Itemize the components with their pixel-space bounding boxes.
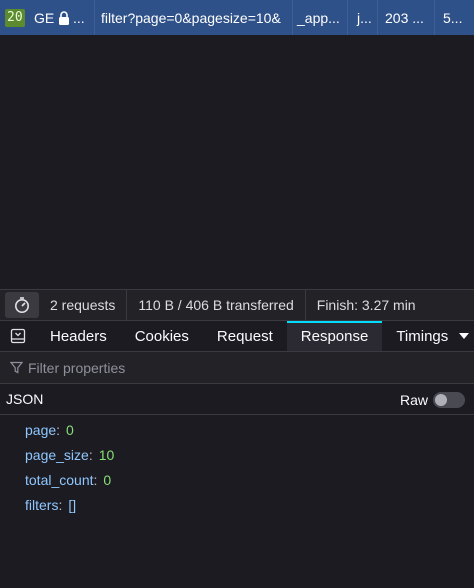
tab-timings[interactable]: Timings — [382, 321, 462, 351]
stopwatch-icon[interactable] — [5, 292, 39, 318]
domain-cell: ... — [58, 0, 85, 35]
request-row-selected[interactable]: 20 GE ... filter?page=0&pagesize=10& _ap… — [0, 0, 474, 35]
details-tabbar: Headers Cookies Request Response Timings — [0, 321, 474, 352]
json-key: total_count — [25, 471, 94, 488]
devtools-network-panel: 20 GE ... filter?page=0&pagesize=10& _ap… — [0, 0, 474, 588]
json-value: 0 — [103, 471, 112, 488]
json-section-header: JSON Raw — [0, 384, 474, 415]
transferred-cell: 203 ... — [385, 9, 424, 26]
lock-icon — [58, 10, 70, 25]
filter-icon — [10, 361, 23, 374]
raw-label: Raw — [399, 391, 428, 408]
json-row[interactable]: page_size: 10 — [25, 442, 114, 467]
json-value: [] — [68, 496, 77, 513]
json-value: 10 — [98, 446, 115, 463]
json-value: 0 — [66, 421, 74, 438]
type-cell: j... — [357, 9, 372, 26]
tab-response[interactable]: Response — [286, 321, 383, 351]
method-cell: GE — [34, 9, 55, 26]
size-cell: 5... — [443, 9, 463, 26]
json-key: filters — [25, 496, 59, 513]
json-key: page — [25, 421, 57, 438]
request-list-area — [0, 35, 474, 289]
chevron-down-icon[interactable] — [454, 321, 474, 351]
initiator-cell: _app... — [297, 9, 340, 26]
json-row[interactable]: filters: [] — [25, 492, 114, 517]
raw-toggle[interactable] — [433, 391, 465, 408]
status-badge: 20 — [5, 8, 25, 27]
json-title: JSON — [6, 391, 44, 407]
json-tree: page: 0 page_size: 10 total_count: 0 fil… — [25, 417, 114, 517]
panel-toggle-icon[interactable] — [0, 321, 36, 351]
finish-time: Finish: 3.27 min — [316, 297, 416, 313]
transferred-summary: 110 B / 406 B transferred — [127, 289, 306, 321]
filter-bar[interactable]: Filter properties — [0, 352, 474, 384]
domain-text: ... — [73, 9, 85, 26]
requests-count: 2 requests — [39, 289, 128, 321]
summary-toolbar: 2 requests 110 B / 406 B transferred Fin… — [0, 289, 474, 321]
tab-cookies[interactable]: Cookies — [121, 321, 203, 351]
raw-toggle-group[interactable]: Raw — [400, 384, 465, 415]
json-key: page_size — [25, 446, 89, 463]
json-row[interactable]: total_count: 0 — [25, 467, 114, 492]
status-cell: 20 — [5, 0, 25, 35]
tab-headers[interactable]: Headers — [36, 321, 121, 351]
tab-request[interactable]: Request — [203, 321, 287, 351]
filter-input[interactable]: Filter properties — [28, 360, 125, 376]
json-row[interactable]: page: 0 — [25, 417, 114, 442]
file-cell: filter?page=0&pagesize=10& — [101, 9, 281, 26]
